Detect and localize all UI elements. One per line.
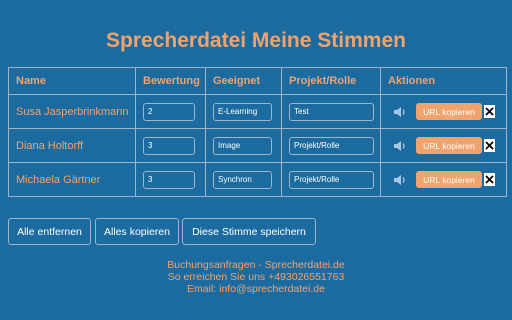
column-header-rating: Bewertung <box>135 67 206 95</box>
copy-url-button[interactable]: URL kopieren <box>416 171 482 188</box>
project-role-input[interactable] <box>289 102 374 121</box>
column-header-suitable: Geeignet <box>205 67 282 95</box>
page-title: Sprecherdatei Meine Stimmen <box>106 29 406 52</box>
save-voice-button[interactable]: Diese Stimme speichern <box>182 218 316 245</box>
table-row: Michaela Gärtner URL kopieren <box>8 162 507 197</box>
speaker-icon[interactable] <box>393 173 409 187</box>
column-header-project: Projekt/Rolle <box>281 67 381 95</box>
close-icon[interactable] <box>484 105 495 118</box>
voice-name: Diana Holtorff <box>8 128 136 163</box>
project-role-input[interactable] <box>289 136 374 155</box>
rating-input[interactable] <box>143 170 195 189</box>
table-header-row: Name Bewertung Geeignet Projekt/Rolle Ak… <box>8 67 507 95</box>
footer-email-line: Email: info@sprecherdatei.de <box>187 283 325 295</box>
voices-table: Name Bewertung Geeignet Projekt/Rolle Ak… <box>8 67 507 197</box>
footer: Buchungsanfragen - Sprecherdatei.de So e… <box>0 259 512 295</box>
suitable-input[interactable] <box>213 102 272 121</box>
close-icon[interactable] <box>484 173 495 186</box>
voice-name: Susa Jasperbrinkmann <box>8 94 136 129</box>
table-row: Susa Jasperbrinkmann URL kopieren <box>8 94 507 129</box>
copy-url-button[interactable]: URL kopieren <box>416 137 482 154</box>
remove-all-button[interactable]: Alle entfernen <box>8 218 91 245</box>
rating-input[interactable] <box>143 102 195 121</box>
suitable-input[interactable] <box>213 136 272 155</box>
close-icon[interactable] <box>484 139 495 152</box>
speaker-icon[interactable] <box>393 139 409 153</box>
copy-all-button[interactable]: Alles kopieren <box>95 218 179 245</box>
voice-name: Michaela Gärtner <box>8 162 136 197</box>
speaker-icon[interactable] <box>393 105 409 119</box>
rating-input[interactable] <box>143 136 195 155</box>
footer-booking-line: Buchungsanfragen - Sprecherdatei.de <box>167 259 345 271</box>
copy-url-button[interactable]: URL kopieren <box>416 103 482 120</box>
project-role-input[interactable] <box>289 170 374 189</box>
table-row: Diana Holtorff URL kopieren <box>8 128 507 163</box>
column-header-name: Name <box>8 67 136 95</box>
column-header-actions: Aktionen <box>380 67 507 95</box>
suitable-input[interactable] <box>213 170 272 189</box>
footer-phone-line: So erreichen Sie uns +493026551763 <box>167 271 345 283</box>
